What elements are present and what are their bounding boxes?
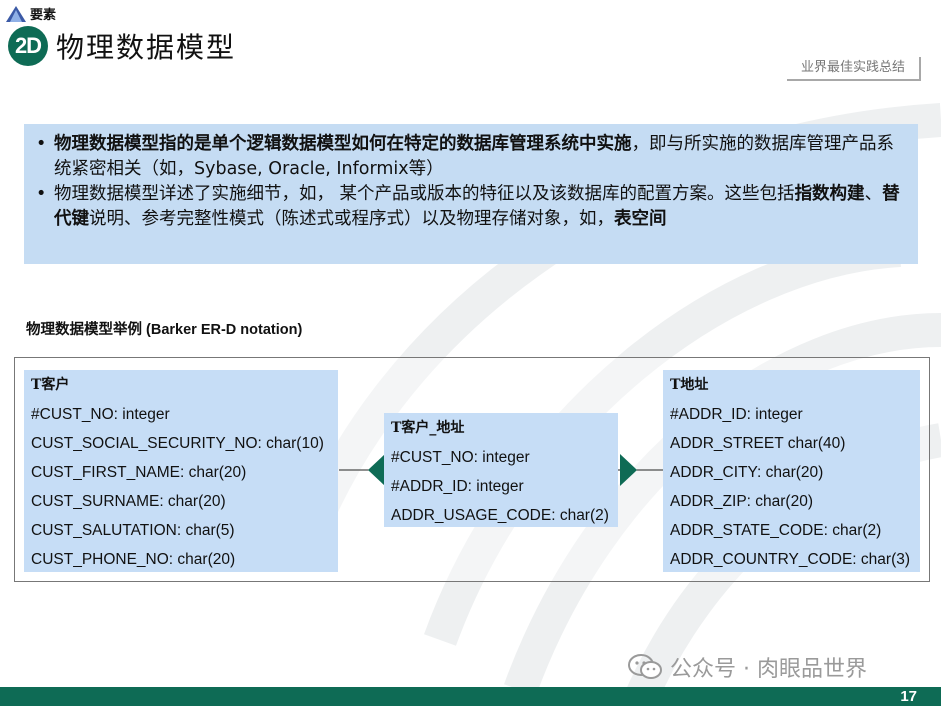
entity-attribute: ADDR_USAGE_CODE: char(2): [391, 507, 609, 524]
info-bullet-2-mid: 说明、参考完整性模式（陈述式或程序式）以及物理存储对象，如，: [89, 209, 614, 229]
entity-attribute: CUST_SALUTATION: char(5): [31, 522, 235, 539]
entity-attribute: ADDR_COUNTRY_CODE: char(3): [670, 551, 911, 568]
entity-attribute: ADDR_CITY: char(20): [670, 464, 824, 481]
entity-address-name: T地址: [670, 377, 709, 393]
info-box: 物理数据模型指的是单个逻辑数据模型如何在特定的数据库管理系统中实施，即与所实施的…: [24, 124, 918, 264]
info-bullet-2: 物理数据模型详述了实施细节，如， 某个产品或版本的特征以及该数据库的配置方案。这…: [36, 182, 906, 232]
diagram-caption: 物理数据模型举例 (Barker ER-D notation): [26, 322, 303, 338]
entity-customer: T客户 #CUST_NO: integer CUST_SOCIAL_SECURI…: [24, 370, 338, 572]
entity-attribute: ADDR_ZIP: char(20): [670, 493, 813, 510]
entity-attribute: ADDR_STATE_CODE: char(2): [670, 522, 882, 539]
entity-attribute: CUST_PHONE_NO: char(20): [31, 551, 236, 568]
entity-address: T地址 #ADDR_ID: integer ADDR_STREET char(4…: [663, 370, 920, 572]
entity-attribute: CUST_FIRST_NAME: char(20): [31, 464, 247, 481]
footer-bar: [0, 687, 941, 706]
entity-attribute: #ADDR_ID: integer: [670, 406, 803, 423]
entity-attribute: #ADDR_ID: integer: [391, 478, 524, 495]
info-bullet-2-sep: 、: [864, 184, 883, 204]
page-number: 17: [900, 688, 917, 705]
info-list: 物理数据模型指的是单个逻辑数据模型如何在特定的数据库管理系统中实施，即与所实施的…: [36, 132, 906, 232]
watermark-text: 公众号 · 肉眼品世界: [670, 657, 867, 682]
entity-customer-address: T客户_地址 #CUST_NO: integer #ADDR_ID: integ…: [384, 413, 618, 527]
watermark: 公众号 · 肉眼品世界: [628, 651, 867, 683]
info-bullet-2-text: 物理数据模型详述了实施细节，如， 某个产品或版本的特征以及该数据库的配置方案。这…: [54, 184, 795, 204]
section-tag: 要素: [6, 4, 56, 23]
entity-attribute: #CUST_NO: integer: [31, 406, 170, 423]
er-diagram: T客户 #CUST_NO: integer CUST_SOCIAL_SECURI…: [14, 357, 930, 582]
entity-attribute: ADDR_STREET char(40): [670, 435, 846, 452]
info-bullet-1-bold: 物理数据模型指的是单个逻辑数据模型如何在特定的数据库管理系统中实施: [54, 134, 632, 154]
section-tag-label: 要素: [30, 8, 57, 23]
entity-attribute: CUST_SOCIAL_SECURITY_NO: char(10): [31, 435, 324, 452]
section-badge: 2D: [8, 26, 48, 66]
title-row: 2D 物理数据模型: [8, 26, 236, 66]
entity-customer-name: T客户: [31, 377, 70, 393]
info-bullet-2-bold-3: 表空间: [614, 209, 667, 229]
entity-attribute: #CUST_NO: integer: [391, 449, 530, 466]
triangle-logo-icon: [6, 5, 26, 22]
info-bullet-1: 物理数据模型指的是单个逻辑数据模型如何在特定的数据库管理系统中实施，即与所实施的…: [36, 132, 906, 182]
crowfoot-right-icon: [620, 454, 637, 486]
background-swirl: [283, 103, 941, 706]
crowfoot-left-icon: [368, 454, 385, 486]
best-practice-label: 业界最佳实践总结: [787, 57, 921, 81]
wechat-icon: [628, 654, 662, 679]
entity-attribute: CUST_SURNAME: char(20): [31, 493, 226, 510]
info-bullet-2-bold-1: 指数构建: [794, 184, 865, 204]
page-title: 物理数据模型: [56, 31, 237, 64]
entity-customer-address-name: T客户_地址: [391, 420, 465, 436]
